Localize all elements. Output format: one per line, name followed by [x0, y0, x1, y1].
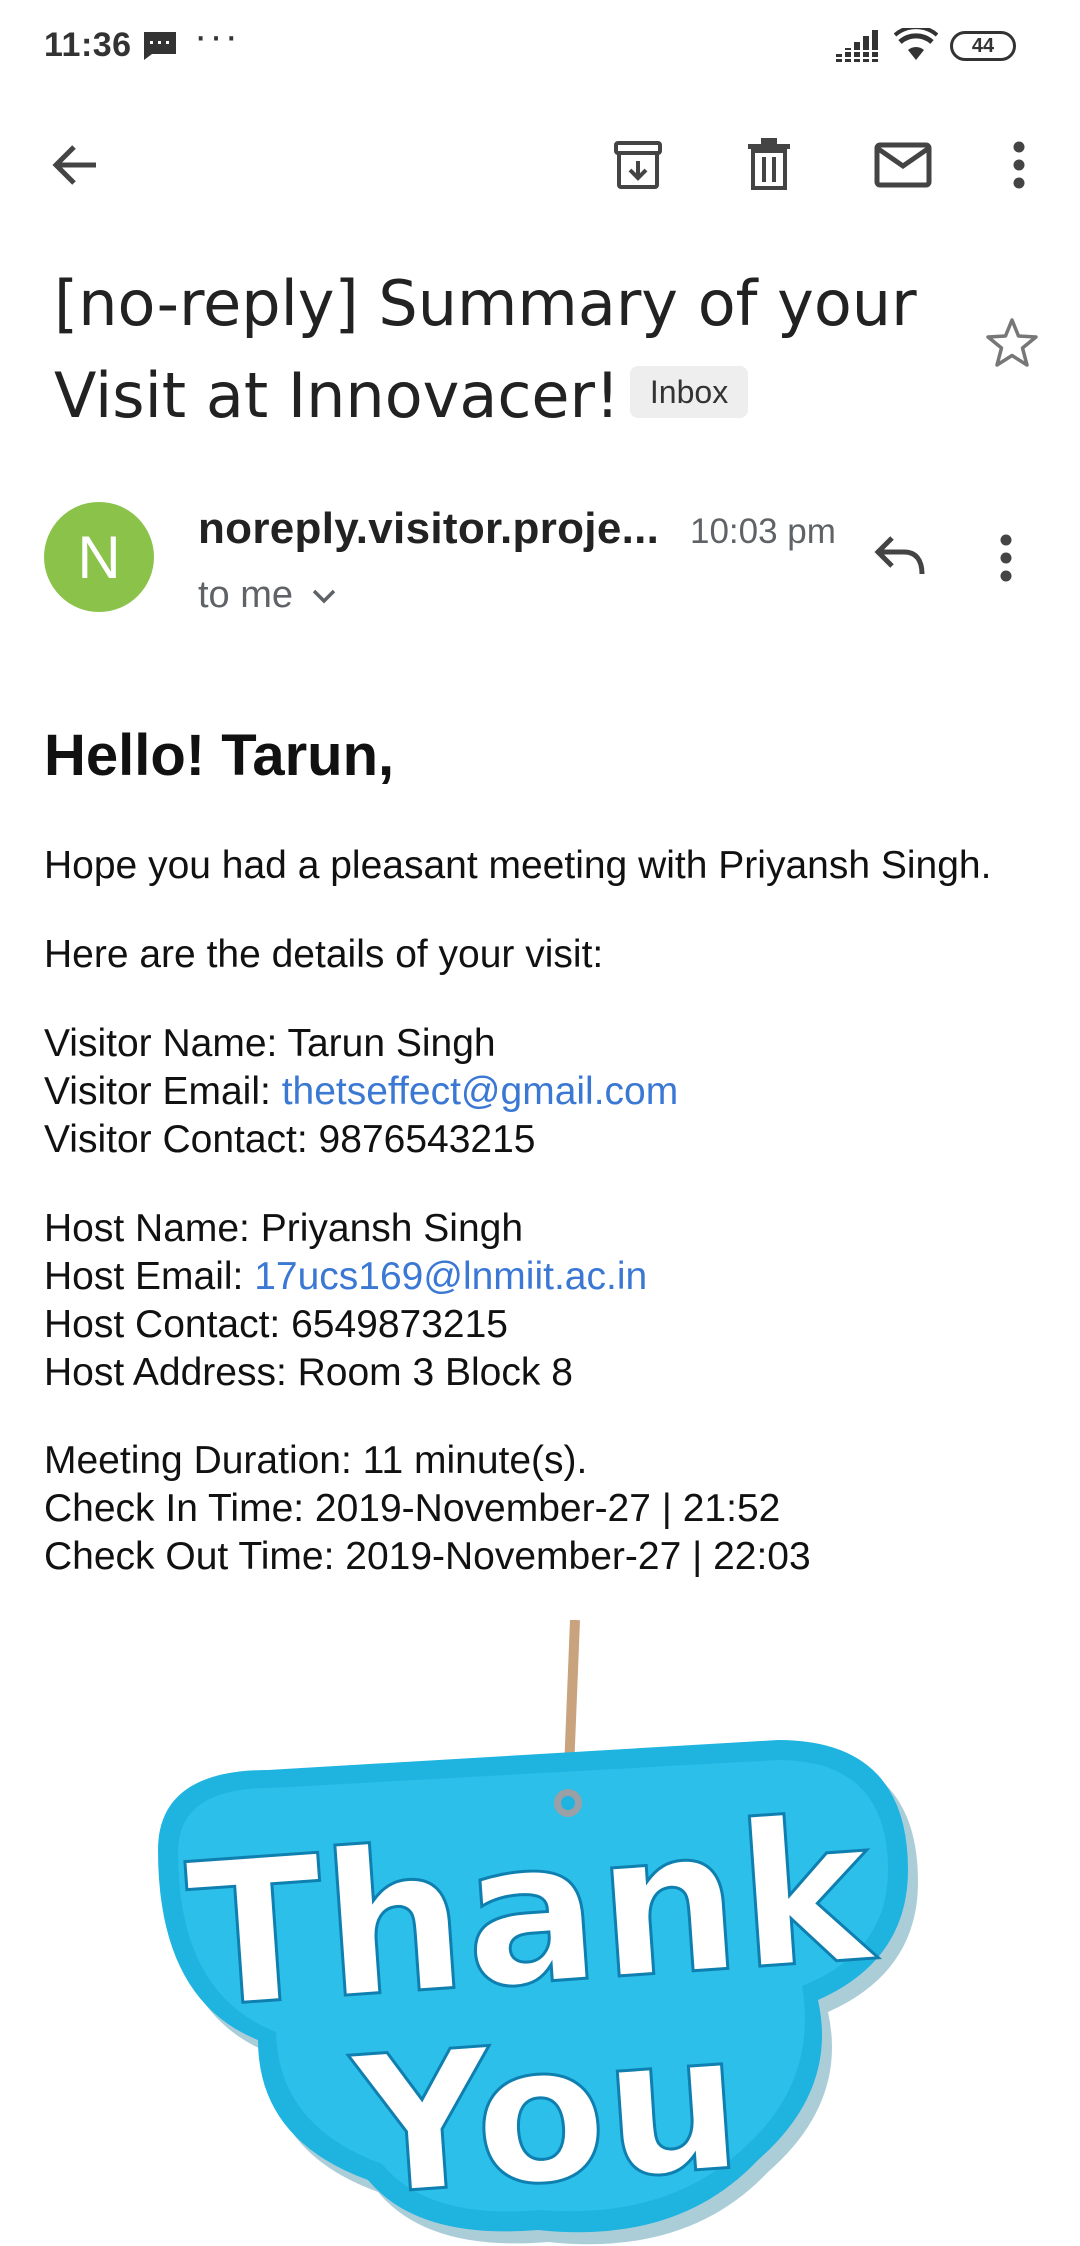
email-time: 10:03 pm [690, 512, 836, 551]
delete-icon[interactable] [734, 130, 804, 200]
message-notification-icon [142, 30, 178, 67]
recipient-details-toggle[interactable]: to me [198, 574, 337, 617]
host-email-line: Host Email: 17ucs169@lnmiit.ac.in [44, 1253, 647, 1301]
host-contact: Host Contact: 6549873215 [44, 1303, 509, 1346]
visitor-details: Visitor Name: Tarun Singh Visitor Email:… [44, 1020, 678, 1164]
mark-unread-mail-icon[interactable] [868, 130, 938, 200]
visitor-email-link[interactable]: thetseffect@gmail.com [282, 1070, 679, 1113]
email-subject: [no-reply] Summary of your Visit at Inno… [54, 258, 954, 442]
details-heading: Here are the details of your visit: [44, 933, 604, 976]
message-more-options-icon[interactable] [1000, 534, 1012, 587]
visitor-email-label: Visitor Email: [44, 1070, 282, 1113]
inbox-label-badge[interactable]: Inbox [629, 365, 749, 418]
host-name: Host Name: Priyansh Singh [44, 1207, 524, 1250]
reply-icon[interactable] [872, 532, 928, 585]
intro-paragraph: Hope you had a pleasant meeting with Pri… [44, 844, 992, 887]
sender-avatar[interactable]: N [44, 502, 154, 612]
sender-name[interactable]: noreply.visitor.proje... [198, 504, 659, 554]
check-in-time: Check In Time: 2019-November-27 | 21:52 [44, 1487, 781, 1530]
status-time: 11:36 [44, 26, 132, 64]
visitor-name: Visitor Name: Tarun Singh [44, 1022, 496, 1065]
subject-text: [no-reply] Summary of your Visit at Inno… [54, 267, 917, 432]
host-email-label: Host Email: [44, 1255, 255, 1298]
thank-you-image: Thank You [158, 1620, 918, 2245]
signal-icon [836, 30, 880, 67]
host-email-link[interactable]: 17ucs169@lnmiit.ac.in [254, 1255, 647, 1298]
host-details: Host Name: Priyansh Singh Host Email: 17… [44, 1205, 647, 1397]
recipient-text: to me [198, 574, 294, 616]
archive-icon[interactable] [603, 130, 673, 200]
check-out-time: Check Out Time: 2019-November-27 | 22:03 [44, 1535, 811, 1578]
more-notifications-icon: ··· [194, 14, 240, 58]
back-arrow-icon[interactable] [40, 130, 110, 200]
more-options-icon[interactable] [984, 130, 1054, 200]
you-text: You [345, 1991, 747, 2239]
wifi-icon [893, 25, 939, 67]
meeting-duration: Meeting Duration: 11 minute(s). [44, 1439, 588, 1482]
visitor-contact: Visitor Contact: 9876543215 [44, 1118, 536, 1161]
host-address: Host Address: Room 3 Block 8 [44, 1351, 573, 1394]
visitor-email-line: Visitor Email: thetseffect@gmail.com [44, 1068, 678, 1116]
chevron-down-icon [312, 589, 336, 603]
star-icon[interactable] [984, 316, 1040, 375]
meeting-details: Meeting Duration: 11 minute(s). Check In… [44, 1437, 811, 1581]
battery-indicator: 44 [950, 31, 1016, 61]
email-greeting: Hello! Tarun, [44, 723, 395, 788]
